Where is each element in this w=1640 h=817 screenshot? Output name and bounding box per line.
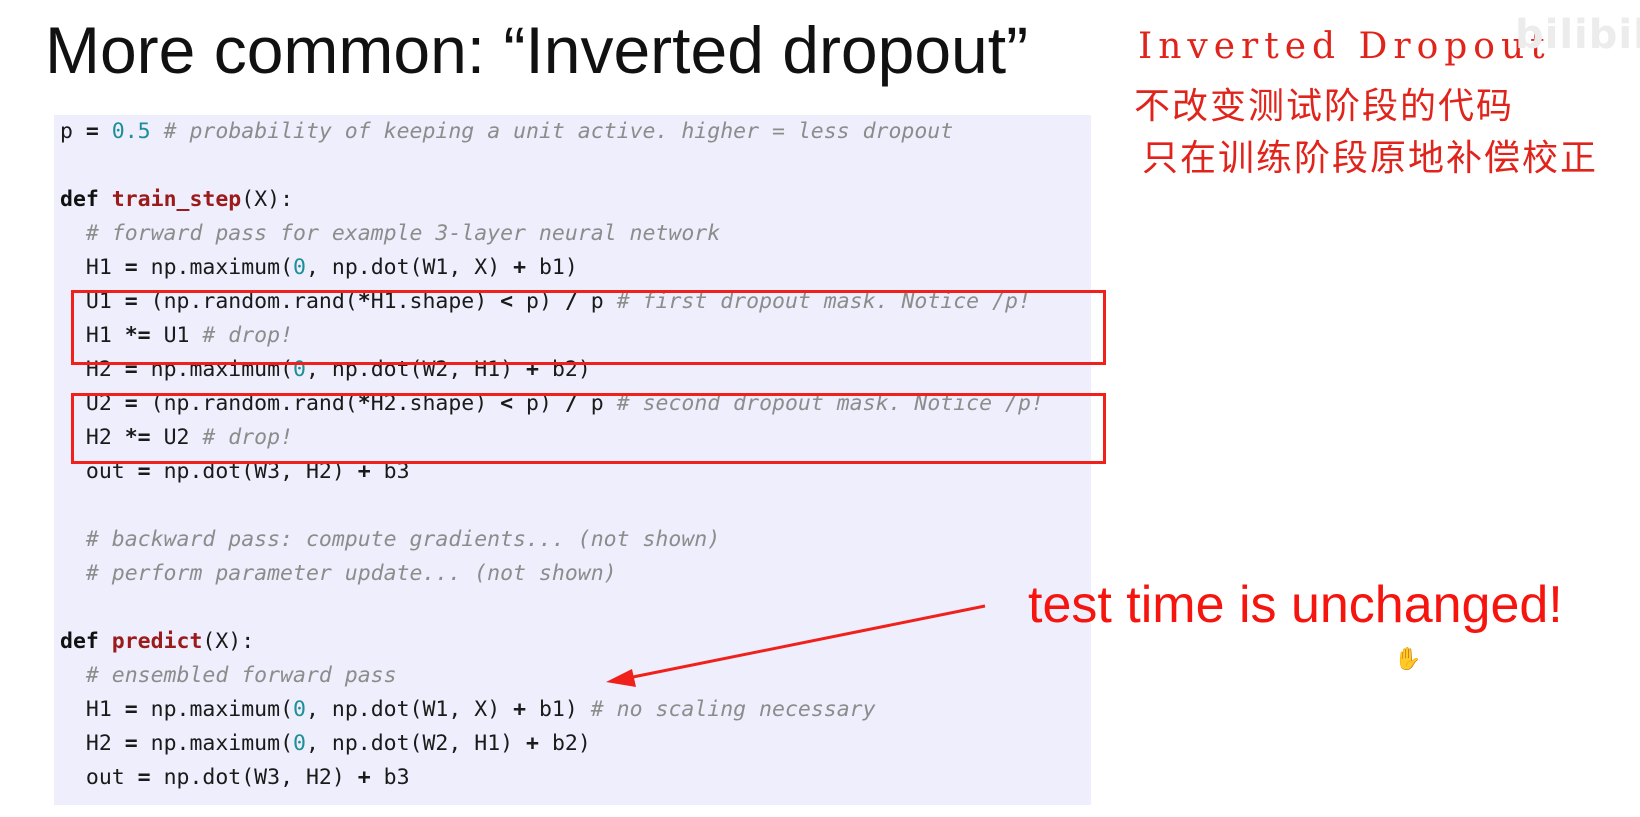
handwritten-note-line-2: 只在训练阶段原地补偿校正 bbox=[1142, 138, 1599, 179]
code-token: = bbox=[124, 697, 138, 722]
code-keyword: def bbox=[60, 187, 99, 212]
code-number: 0.5 bbox=[111, 119, 151, 144]
code-token: + bbox=[513, 697, 527, 722]
code-line: H1 = np.maximum(0, np.dot(W1, X) + b1) bbox=[60, 251, 578, 285]
code-token: (X): bbox=[241, 187, 294, 212]
code-line: def predict(X): bbox=[60, 625, 254, 659]
code-number: 0 bbox=[293, 731, 306, 756]
bilibili-watermark: bilibili bbox=[1515, 12, 1640, 58]
code-line: H1 = np.maximum(0, np.dot(W1, X) + b1) #… bbox=[60, 693, 876, 727]
code-comment: # ensembled forward pass bbox=[85, 663, 397, 688]
code-comment: # backward pass: compute gradients... (n… bbox=[85, 527, 721, 552]
code-token: + bbox=[526, 731, 539, 756]
code-token: b2) bbox=[539, 731, 591, 756]
code-token: b1) bbox=[526, 255, 578, 280]
code-token: b3 bbox=[370, 765, 410, 790]
test-time-callout: test time is unchanged! bbox=[1028, 576, 1563, 634]
code-token: p bbox=[60, 119, 86, 144]
code-line: # forward pass for example 3-layer neura… bbox=[60, 217, 720, 251]
hand-cursor-icon: ✋ bbox=[1394, 646, 1422, 671]
code-function-name: train_step bbox=[111, 187, 242, 212]
code-comment: # forward pass for example 3-layer neura… bbox=[85, 221, 721, 246]
code-comment: # perform parameter update... (not shown… bbox=[85, 561, 617, 586]
code-keyword: def bbox=[60, 629, 99, 654]
code-comment: # probability of keeping a unit active. … bbox=[163, 119, 954, 144]
code-token: H1 bbox=[60, 697, 125, 722]
code-token: , np.dot(W1, X) bbox=[305, 697, 514, 722]
code-line: # ensembled forward pass bbox=[60, 659, 397, 693]
code-line: out = np.dot(W3, H2) + b3 bbox=[60, 761, 410, 795]
code-token: (X): bbox=[202, 629, 255, 654]
handwritten-note-line-1: 不改变测试阶段的代码 bbox=[1134, 86, 1515, 127]
code-token: + bbox=[357, 765, 371, 790]
code-token: out bbox=[60, 765, 138, 790]
code-token: np.maximum( bbox=[137, 255, 294, 280]
code-token: = bbox=[124, 255, 138, 280]
handwritten-note-title: Inverted Dropout bbox=[1138, 26, 1551, 67]
code-number: 0 bbox=[293, 697, 306, 722]
code-token: , np.dot(W1, X) bbox=[305, 255, 514, 280]
code-token: = bbox=[85, 119, 99, 144]
highlight-box-second-dropout bbox=[71, 393, 1106, 464]
code-token: H1 bbox=[60, 255, 125, 280]
code-line: p = 0.5 # probability of keeping a unit … bbox=[60, 115, 953, 149]
code-token: np.maximum( bbox=[137, 731, 294, 756]
code-token: b1) bbox=[526, 697, 591, 722]
code-line: # backward pass: compute gradients... (n… bbox=[60, 523, 720, 557]
code-token: np.maximum( bbox=[137, 697, 294, 722]
code-function-name: predict bbox=[111, 629, 203, 654]
code-line: # perform parameter update... (not shown… bbox=[60, 557, 617, 591]
code-line: H2 = np.maximum(0, np.dot(W2, H1) + b2) bbox=[60, 727, 591, 761]
code-token: = bbox=[137, 765, 151, 790]
code-token: = bbox=[124, 731, 138, 756]
code-token: np.dot(W3, H2) bbox=[150, 765, 358, 790]
highlight-box-first-dropout bbox=[71, 290, 1106, 365]
slide-title: More common: “Inverted dropout” bbox=[45, 13, 1029, 87]
code-token: + bbox=[513, 255, 527, 280]
code-number: 0 bbox=[293, 255, 306, 280]
code-comment: # no scaling necessary bbox=[590, 697, 876, 722]
code-line: def train_step(X): bbox=[60, 183, 293, 217]
code-token: , np.dot(W2, H1) bbox=[305, 731, 527, 756]
code-token: H2 bbox=[60, 731, 125, 756]
